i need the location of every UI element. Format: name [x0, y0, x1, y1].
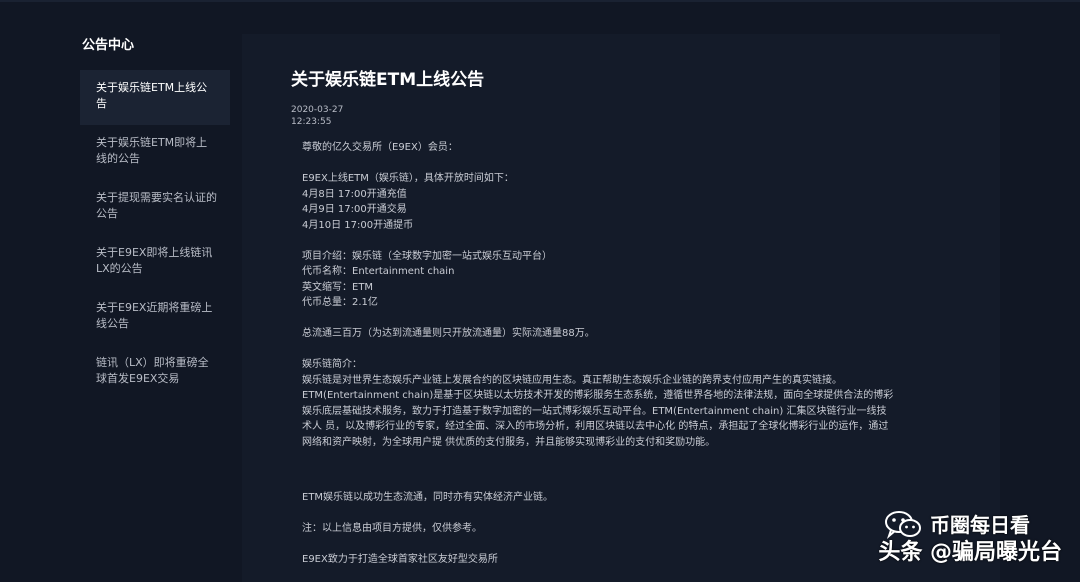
launch-intro: E9EX上线ETM（娱乐链），具体开放时间如下：: [302, 173, 514, 184]
signature: E9EX致力于打造全球首家社区友好型交易所: [302, 553, 498, 565]
article-title: 关于娱乐链ETM上线公告: [291, 70, 485, 90]
sidebar-item-withdraw-kyc[interactable]: 关于提现需要实名认证的公告: [80, 180, 230, 235]
sidebar-item-e9ex-upcoming[interactable]: 关于E9EX近期将重磅上线公告: [80, 290, 230, 345]
announcement-content: 关于娱乐链ETM上线公告 2020-03-27 12:23:55 尊敬的亿久交易…: [242, 34, 1000, 582]
sidebar-item-lx-global-debut[interactable]: 链讯（LX）即将重磅全球首发E9EX交易: [80, 345, 230, 400]
token-total: 代币总量：2.1亿: [302, 297, 378, 308]
watermark-channel: 币圈每日看: [930, 513, 1030, 537]
circulation: 总流通三百万（为达到流通量则只开放流通量）实际流通量88万。: [302, 328, 595, 339]
article-date: 2020-03-27: [291, 105, 344, 115]
watermark: 币圈每日看 头条 @骗局曝光台: [878, 510, 1062, 568]
sidebar-item-etm-upcoming[interactable]: 关于娱乐链ETM即将上线的公告: [80, 125, 230, 180]
article-timestamp: 2020-03-27 12:23:55: [291, 104, 343, 128]
sidebar-item-etm-launch[interactable]: 关于娱乐链ETM上线公告: [80, 70, 230, 125]
disclaimer: 注：以上信息由项目方提供，仅供参考。: [302, 522, 482, 534]
wechat-icon: [884, 510, 922, 540]
intro-line-3: 娱乐底层基础技术服务，致力于打造基于数字加密的一站式博彩娱乐互动平台。ETM(E…: [302, 405, 887, 417]
intro-line-2: ETM(Entertainment chain)是基于区块链以太坊技术开发的博彩…: [302, 390, 894, 401]
intro-line-1: 娱乐链是对世界生态娱乐产业链上发展合约的区块链应用生态。真正帮助生态娱乐企业链的…: [302, 374, 842, 386]
intro-line-4: 术人 员，以及博彩行业的专家，经过全面、深入的市场分析，利用区块链以去中心化 的…: [302, 421, 889, 432]
greeting: 尊敬的亿久交易所（E9EX）会员：: [302, 142, 458, 153]
sidebar-item-lx-upcoming[interactable]: 关于E9EX即将上线链讯LX的公告: [80, 235, 230, 290]
launch-trading: 4月9日 17:00开通交易: [302, 204, 407, 215]
launch-withdraw: 4月10日 17:00开通提币: [302, 219, 414, 231]
announcement-sidebar: 公告中心 关于娱乐链ETM上线公告 关于娱乐链ETM即将上线的公告 关于提现需要…: [80, 36, 230, 400]
token-abbr: 英文缩写：ETM: [302, 281, 374, 293]
watermark-credit: 头条 @骗局曝光台: [878, 540, 1062, 565]
article-body: 尊敬的亿久交易所（E9EX）会员： E9EX上线ETM（娱乐链），具体开放时间如…: [302, 140, 962, 567]
intro-line-5: 网络和资产映射，为全球用户提 供优质的支付服务，并且能够实现博彩业的支付和奖励功…: [302, 436, 716, 448]
ecosystem-note: ETM娱乐链以成功生态流通，同时亦有实体经济产业链。: [302, 491, 554, 503]
top-divider: [0, 0, 1080, 2]
page: 公告中心 关于娱乐链ETM上线公告 关于娱乐链ETM即将上线的公告 关于提现需要…: [0, 0, 1080, 582]
intro-heading: 娱乐链简介：: [302, 359, 362, 370]
project-intro: 项目介绍：娱乐链（全球数字加密一站式娱乐互动平台）: [302, 250, 552, 262]
launch-deposit: 4月8日 17:00开通充值: [302, 188, 407, 200]
sidebar-title: 公告中心: [82, 38, 135, 53]
article-time: 12:23:55: [291, 117, 332, 127]
announcement-list: 关于娱乐链ETM上线公告 关于娱乐链ETM即将上线的公告 关于提现需要实名认证的…: [80, 70, 230, 400]
token-name: 代币名称：Entertainment chain: [302, 266, 455, 277]
